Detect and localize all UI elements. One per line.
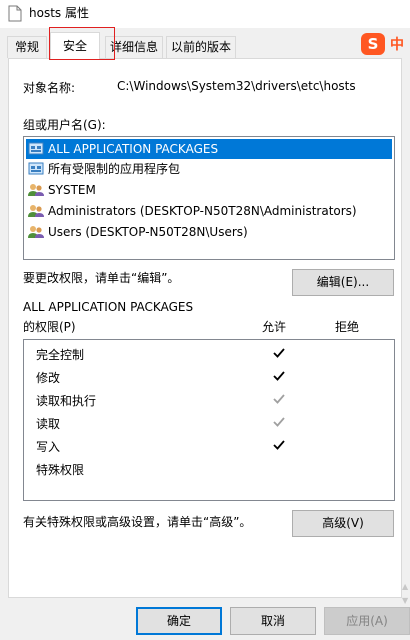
app-package-icon xyxy=(28,162,44,175)
deny-column-header: 拒绝 xyxy=(335,320,360,334)
advanced-hint: 有关特殊权限或高级设置，请单击“高级”。 xyxy=(23,515,252,529)
permission-name: 读取和执行 xyxy=(36,394,97,408)
group-name: ALL APPLICATION PACKAGES xyxy=(48,142,219,156)
scroll-down-icon: ▼ xyxy=(402,596,409,605)
advanced-button[interactable]: 高级(V) xyxy=(292,510,394,537)
cancel-button[interactable]: 取消 xyxy=(230,607,316,635)
table-row: 修改 xyxy=(36,369,386,387)
list-item[interactable]: Users (DESKTOP-N50T28N\Users) xyxy=(26,222,392,242)
permission-name: 写入 xyxy=(36,440,61,454)
window-title: hosts 属性 xyxy=(29,6,89,20)
group-name: 所有受限制的应用程序包 xyxy=(48,162,181,176)
title-bar: hosts 属性 xyxy=(0,0,410,28)
table-row: 特殊权限 xyxy=(36,461,386,479)
table-row: 完全控制 xyxy=(36,346,386,364)
tab-highlight-annotation xyxy=(49,27,115,60)
object-name-label: 对象名称: xyxy=(23,81,76,95)
group-user-list[interactable]: ALL APPLICATION PACKAGES 所有受限制的应用程序包 SYS… xyxy=(23,136,395,260)
table-row: 读取和执行 xyxy=(36,392,386,410)
ok-button[interactable]: 确定 xyxy=(136,607,222,635)
security-panel: 对象名称: C:\Windows\System32\drivers\etc\ho… xyxy=(8,58,402,598)
ime-badge[interactable]: S 中 xyxy=(361,33,410,55)
edit-button[interactable]: 编辑(E)... xyxy=(292,269,394,296)
permission-name: 修改 xyxy=(36,371,61,385)
check-icon xyxy=(273,394,285,404)
user-group-icon xyxy=(28,205,44,217)
edit-hint: 要更改权限，请单击“编辑”。 xyxy=(23,271,180,285)
check-icon xyxy=(273,348,285,358)
permission-name: 读取 xyxy=(36,417,61,431)
group-name: Administrators (DESKTOP-N50T28N\Administ… xyxy=(48,204,357,218)
apply-button[interactable]: 应用(A) xyxy=(324,607,410,635)
scroll-up-icon: ▲ xyxy=(402,582,409,591)
ime-mode-label: 中 xyxy=(390,37,404,53)
check-icon xyxy=(273,440,285,450)
file-icon xyxy=(8,5,22,22)
permission-list: 完全控制 修改 读取和执行 读取 写入 特殊权限 xyxy=(23,339,395,501)
tab-general[interactable]: 常规 xyxy=(7,36,47,58)
list-item[interactable]: SYSTEM xyxy=(26,180,392,200)
allow-column-header: 允许 xyxy=(262,320,287,334)
list-item[interactable]: ALL APPLICATION PACKAGES xyxy=(26,139,392,159)
permissions-label: 的权限(P) xyxy=(23,320,76,334)
user-group-icon xyxy=(28,184,44,196)
table-row: 写入 xyxy=(36,438,386,456)
list-item[interactable]: 所有受限制的应用程序包 xyxy=(26,159,392,179)
group-name: Users (DESKTOP-N50T28N\Users) xyxy=(48,225,248,239)
permission-name: 特殊权限 xyxy=(36,463,85,477)
user-group-icon xyxy=(28,226,44,238)
group-list-label: 组或用户名(G): xyxy=(23,118,106,132)
tab-previous-versions[interactable]: 以前的版本 xyxy=(166,36,236,58)
check-icon xyxy=(273,417,285,427)
list-item[interactable]: Administrators (DESKTOP-N50T28N\Administ… xyxy=(26,201,392,221)
group-name: SYSTEM xyxy=(48,183,96,197)
sogou-logo-icon: S xyxy=(361,33,385,55)
app-package-icon xyxy=(28,142,44,155)
table-row: 读取 xyxy=(36,415,386,433)
check-icon xyxy=(273,371,285,381)
properties-dialog: hosts 属性 常规 安全 详细信息 以前的版本 S 中 对象名称: C:\W… xyxy=(0,0,410,640)
permissions-for-label: ALL APPLICATION PACKAGES xyxy=(23,300,194,314)
permission-name: 完全控制 xyxy=(36,348,85,362)
object-name-value: C:\Windows\System32\drivers\etc\hosts xyxy=(117,79,356,93)
